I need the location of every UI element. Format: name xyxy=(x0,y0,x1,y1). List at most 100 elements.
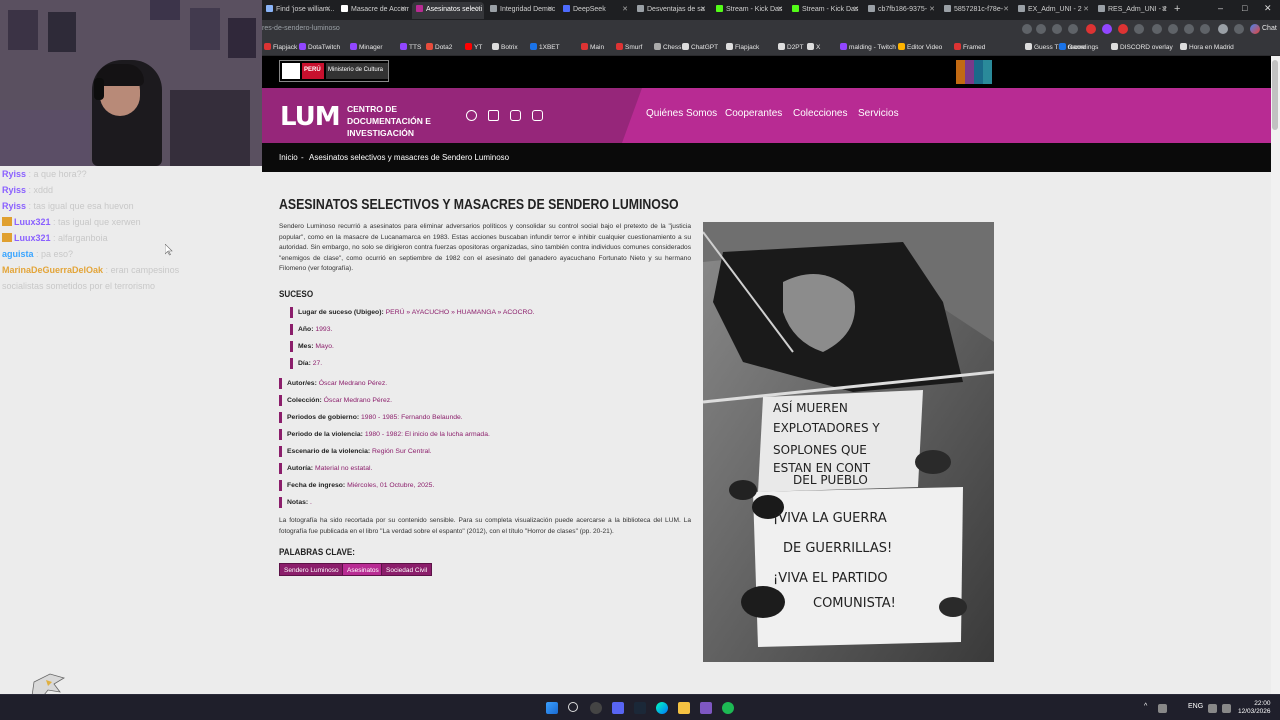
tab-10[interactable]: 5857281c-f78e- ✕ xyxy=(940,2,1012,19)
field-value[interactable]: Óscar Medrano Pérez. xyxy=(319,380,387,387)
bookmark-22[interactable]: Hora en Madrid xyxy=(1180,43,1234,51)
spotify-icon[interactable] xyxy=(722,702,734,714)
copilot-icon[interactable] xyxy=(1250,24,1260,34)
maximize-button[interactable]: □ xyxy=(1242,3,1247,13)
puzzle-icon[interactable] xyxy=(1184,24,1194,34)
nav-cooperantes[interactable]: Cooperantes xyxy=(725,108,782,119)
bookmark-13[interactable]: Flapjack xyxy=(726,43,759,51)
tab-7[interactable]: Stream - Kick Das ✕ xyxy=(712,2,786,19)
field-value[interactable]: Región Sur Central. xyxy=(372,448,432,455)
obs-icon[interactable] xyxy=(590,702,602,714)
language-indicator[interactable]: ENG xyxy=(1188,703,1203,710)
tab-close-icon[interactable]: ✕ xyxy=(547,5,553,13)
history-icon[interactable] xyxy=(1168,24,1178,34)
steam-icon[interactable] xyxy=(634,702,646,714)
extension-icon[interactable] xyxy=(1134,24,1144,34)
bookmark-18[interactable]: Framed xyxy=(954,43,985,51)
keyword-tag[interactable]: Asesinatos xyxy=(342,563,384,576)
edge-icon[interactable] xyxy=(656,702,668,714)
tab-close-icon[interactable]: ✕ xyxy=(929,5,935,13)
tab-3[interactable]: Asesinatos selecti ✕ xyxy=(412,2,484,19)
bookmark-star-icon[interactable] xyxy=(1068,24,1078,34)
keyword-tag[interactable]: Sociedad Civil xyxy=(381,563,433,576)
bookmark-21[interactable]: DISCORD overlay xyxy=(1111,43,1173,51)
network-icon[interactable] xyxy=(1158,704,1167,713)
app-icon[interactable] xyxy=(700,702,712,714)
tab-close-icon[interactable]: ✕ xyxy=(1003,5,1009,13)
field-value[interactable]: 1993. xyxy=(315,326,332,333)
bookmark-4[interactable]: TTS xyxy=(400,43,421,51)
bookmark-9[interactable]: Main xyxy=(581,43,604,51)
bookmark-1[interactable]: Flapjack xyxy=(264,43,297,51)
youtube-icon[interactable] xyxy=(510,110,521,121)
facebook-icon[interactable] xyxy=(466,110,477,121)
tab-1[interactable]: Find 'jose william... ✕ xyxy=(262,2,334,19)
avatar[interactable] xyxy=(1218,24,1228,34)
twitter-icon[interactable] xyxy=(488,110,499,121)
tab-11[interactable]: EX_Adm_UNI - 2 ✕ xyxy=(1014,2,1092,19)
tab-close-icon[interactable]: ✕ xyxy=(1161,5,1167,13)
menu-icon[interactable] xyxy=(1234,24,1244,34)
field-value[interactable]: Miércoles, 01 Octubre, 2025. xyxy=(347,482,434,489)
wifi-icon[interactable] xyxy=(1208,704,1217,713)
cast-icon[interactable] xyxy=(1052,24,1062,34)
tab-close-icon[interactable]: ✕ xyxy=(400,5,406,13)
keyword-tag[interactable]: Sendero Luminoso xyxy=(279,563,344,576)
extension-icon[interactable] xyxy=(1152,24,1162,34)
tab-close-icon[interactable]: ✕ xyxy=(777,5,783,13)
bookmark-3[interactable]: Minager xyxy=(350,43,382,51)
bookmark-17[interactable]: Editor Video xyxy=(898,43,942,51)
tab-6[interactable]: Desventajas de sa ✕ xyxy=(633,2,709,19)
bookmark-11[interactable]: Chess xyxy=(654,43,681,51)
tab-close-icon[interactable]: ✕ xyxy=(1083,5,1089,13)
tab-close-icon[interactable]: ✕ xyxy=(622,5,628,13)
extension-icon[interactable] xyxy=(1102,24,1112,34)
volume-icon[interactable] xyxy=(1222,704,1231,713)
extension-icon[interactable] xyxy=(1118,24,1128,34)
field-value[interactable]: 1980 - 1985: Fernando Belaunde. xyxy=(361,414,463,421)
tab-4[interactable]: Integridad Democ ✕ xyxy=(486,2,556,19)
settings-icon[interactable] xyxy=(1200,24,1210,34)
nav-colecciones[interactable]: Colecciones xyxy=(793,108,847,119)
bookmark-6[interactable]: YT xyxy=(465,43,482,51)
lum-logo[interactable]: LUM xyxy=(280,102,341,132)
tab-close-icon[interactable]: ✕ xyxy=(325,5,331,13)
breadcrumb-home[interactable]: Inicio xyxy=(279,153,298,162)
discord-icon[interactable] xyxy=(612,702,624,714)
field-value[interactable]: Óscar Medrano Pérez. xyxy=(324,397,392,404)
article-photo[interactable]: ASÍ MUEREN EXPLOTADORES Y SOPLONES QUE E… xyxy=(703,222,994,662)
tab-9[interactable]: cb7fb186-9375- ✕ xyxy=(864,2,938,19)
tab-search-icon[interactable] xyxy=(1022,24,1032,34)
field-value[interactable]: PERÚ » AYACUCHO » HUAMANGA » ACOCRO. xyxy=(386,309,535,316)
nav-servicios[interactable]: Servicios xyxy=(858,108,899,119)
field-value[interactable]: 27. xyxy=(313,360,322,367)
zoom-icon[interactable] xyxy=(1036,24,1046,34)
instagram-icon[interactable] xyxy=(532,110,543,121)
nav-quienes-somos[interactable]: Quiénes Somos xyxy=(646,108,717,119)
ministerio-logo[interactable]: PERÚ Ministerio de Cultura xyxy=(279,60,389,82)
extension-icon[interactable] xyxy=(1086,24,1096,34)
page-scrollbar[interactable] xyxy=(1271,56,1280,694)
close-window-button[interactable]: ✕ xyxy=(1264,3,1272,14)
tab-8[interactable]: Stream - Kick Das ✕ xyxy=(788,2,862,19)
start-menu-icon[interactable] xyxy=(546,702,558,714)
bookmark-7[interactable]: Botrix xyxy=(492,43,518,51)
bookmark-16[interactable]: malding - Twitch xyxy=(840,43,896,51)
system-clock[interactable]: 22:00 12/03/2026 xyxy=(1238,700,1271,716)
bookmark-2[interactable]: DotaTwitch xyxy=(299,43,340,51)
bookmark-10[interactable]: Smurf xyxy=(616,43,642,51)
field-value[interactable]: . xyxy=(310,499,312,506)
tab-5[interactable]: DeepSeek ✕ xyxy=(559,2,631,19)
bookmark-14[interactable]: D2PT xyxy=(778,43,804,51)
tray-overflow-icon[interactable]: ^ xyxy=(1144,703,1147,710)
new-tab-button[interactable]: + xyxy=(1174,3,1180,15)
tab-2[interactable]: Masacre de Accom ✕ xyxy=(337,2,409,19)
bookmark-15[interactable]: X xyxy=(807,43,820,51)
search-icon[interactable] xyxy=(568,702,578,712)
bookmark-20[interactable]: recordings xyxy=(1059,43,1098,51)
minimize-button[interactable]: – xyxy=(1218,3,1223,13)
field-value[interactable]: 1980 - 1982: El inicio de la lucha armad… xyxy=(365,431,490,438)
bookmark-5[interactable]: Dota2 xyxy=(426,43,452,51)
bookmark-12[interactable]: ChatGPT xyxy=(682,43,718,51)
field-value[interactable]: Material no estatal. xyxy=(315,465,372,472)
